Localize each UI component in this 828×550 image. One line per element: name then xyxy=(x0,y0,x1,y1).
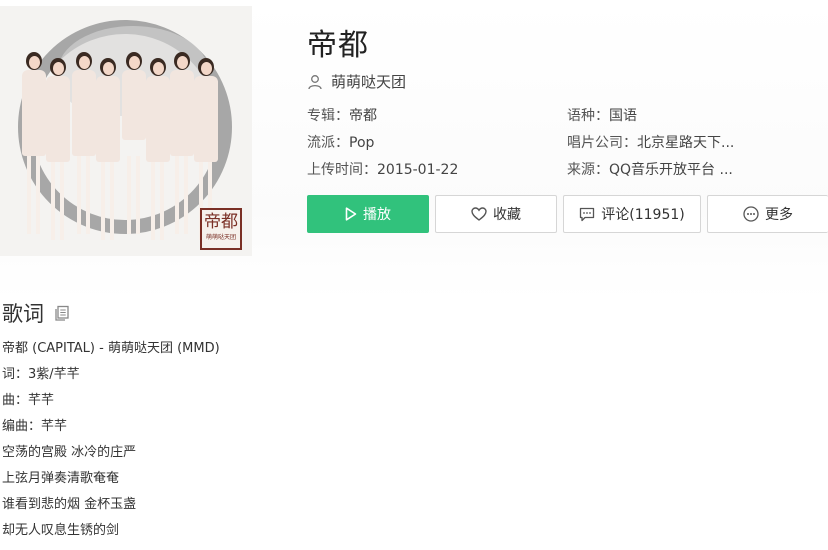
comment-icon xyxy=(580,207,595,221)
meta-release-date: 上传时间：2015-01-22 xyxy=(307,159,458,179)
play-icon xyxy=(345,207,357,221)
heart-icon xyxy=(471,207,487,221)
meta-album: 专辑：帝都 xyxy=(307,105,377,125)
meta-language-label: 语种： xyxy=(567,108,609,124)
more-button-label: 更多 xyxy=(765,207,793,223)
lyric-line: 词：3紫/芊芊 xyxy=(2,367,80,382)
meta-release-label: 上传时间： xyxy=(307,162,377,178)
seal-text: 帝都 xyxy=(204,212,238,232)
more-button[interactable]: 更多 xyxy=(707,195,828,233)
comment-button[interactable]: 评论(11951) xyxy=(563,195,701,233)
meta-source: 来源：QQ音乐开放平台 ... xyxy=(567,159,733,179)
album-cover[interactable]: 帝都 萌萌哒天团 xyxy=(0,6,252,256)
artist-link[interactable]: 萌萌哒天团 xyxy=(331,71,406,92)
favorite-button-label: 收藏 xyxy=(493,207,521,223)
lyric-line: 却无人叹息生锈的剑 xyxy=(2,523,120,538)
meta-record-label-label: 唱片公司： xyxy=(567,135,637,151)
more-dots-icon xyxy=(743,206,759,222)
play-button-label: 播放 xyxy=(363,207,391,223)
lyric-line: 帝都 (CAPITAL) - 萌萌哒天团 (MMD) xyxy=(2,341,220,356)
meta-source-label: 来源： xyxy=(567,162,609,178)
play-button[interactable]: 播放 xyxy=(307,195,429,233)
user-icon xyxy=(308,74,322,89)
lyric-line: 曲：芊芊 xyxy=(2,393,55,408)
meta-release-value: 2015-01-22 xyxy=(377,162,459,178)
meta-album-link[interactable]: 帝都 xyxy=(349,108,377,124)
meta-language: 语种：国语 xyxy=(567,105,637,125)
meta-record-label-value: 北京星路天下... xyxy=(637,135,735,151)
lyric-line: 谁看到悲的烟 金杯玉盏 xyxy=(2,497,137,512)
lyrics-heading: 歌词 xyxy=(2,302,44,326)
artist-row[interactable]: 萌萌哒天团 xyxy=(307,71,406,92)
meta-source-value: QQ音乐开放平台 ... xyxy=(609,162,733,178)
lyric-line: 上弦月弹奏清歌奄奄 xyxy=(2,471,120,486)
song-title: 帝都 xyxy=(307,28,369,63)
meta-language-value: 国语 xyxy=(609,108,637,124)
meta-record-label: 唱片公司：北京星路天下... xyxy=(567,132,734,152)
lyrics-header: 歌词 xyxy=(2,298,70,328)
cover-seal-stamp: 帝都 萌萌哒天团 xyxy=(200,208,242,250)
lyric-line: 空荡的宫殿 冰冷的庄严 xyxy=(2,445,137,460)
comment-button-label: 评论(11951) xyxy=(601,207,685,223)
seal-subtext: 萌萌哒天团 xyxy=(205,234,236,241)
meta-genre-value: Pop xyxy=(349,135,375,151)
lyrics-body: 帝都 (CAPITAL) - 萌萌哒天团 (MMD) 词：3紫/芊芊 曲：芊芊 … xyxy=(2,338,220,546)
meta-genre-label: 流派： xyxy=(307,135,349,151)
favorite-button[interactable]: 收藏 xyxy=(435,195,557,233)
copy-icon[interactable] xyxy=(54,305,70,321)
meta-album-label: 专辑： xyxy=(307,108,349,124)
meta-genre: 流派：Pop xyxy=(307,132,374,152)
lyric-line: 编曲：芊芊 xyxy=(2,419,68,434)
